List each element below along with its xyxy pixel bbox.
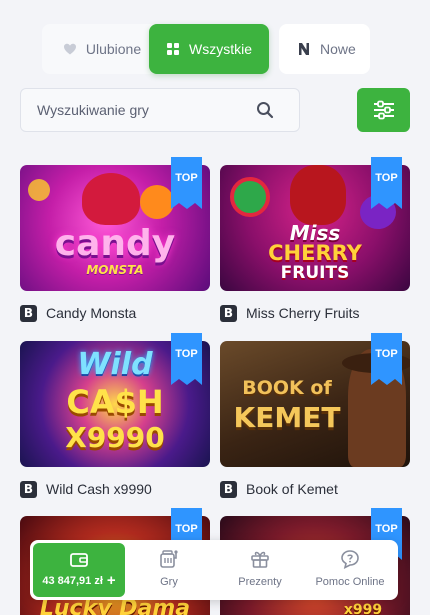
top-badge-label: TOP xyxy=(175,172,198,184)
tab-favorites-label: Ulubione xyxy=(85,41,142,57)
tab-all-label: Wszystkie xyxy=(189,41,252,57)
nav-help-label: Pomoc Online xyxy=(315,576,385,588)
game-card[interactable]: Miss CHERRY FRUITS TOP B Miss Cherry Fru… xyxy=(220,157,410,323)
wallet-button[interactable]: 43 847,91 zł + xyxy=(33,543,125,597)
top-badge-label: TOP xyxy=(375,523,398,535)
provider-logo: B xyxy=(20,480,37,498)
bottom-navigation: 43 847,91 zł + Gry Prezenty Pomoc Online xyxy=(30,540,398,600)
gift-icon xyxy=(251,551,269,568)
provider-logo: B xyxy=(220,480,237,498)
game-art-subtitle: FRUITS xyxy=(280,263,350,283)
provider-logo: B xyxy=(20,304,37,322)
game-art-subtitle: CA$H xyxy=(66,383,164,421)
plus-icon: + xyxy=(106,572,116,589)
new-n-icon xyxy=(299,43,309,55)
top-badge-label: TOP xyxy=(375,172,398,184)
tab-all[interactable]: Wszystkie xyxy=(149,24,269,74)
tab-new-label: Nowe xyxy=(320,41,356,57)
nav-help[interactable]: Pomoc Online xyxy=(305,549,395,593)
nav-games-label: Gry xyxy=(160,576,178,588)
heart-icon xyxy=(63,43,76,55)
game-title[interactable]: Miss Cherry Fruits xyxy=(246,305,360,321)
nav-games[interactable]: Gry xyxy=(124,549,214,593)
game-card[interactable]: candy MONSTA TOP B Candy Monsta xyxy=(20,157,210,323)
game-title[interactable]: Wild Cash x9990 xyxy=(46,481,152,497)
game-art-subtitle: CHERRY xyxy=(268,241,362,265)
category-tabs: Ulubione Wszystkie Nowe xyxy=(20,24,410,74)
filter-button[interactable] xyxy=(357,88,410,132)
top-badge-label: TOP xyxy=(175,523,198,535)
game-art-title: candy xyxy=(54,223,176,264)
provider-logo: B xyxy=(220,304,237,322)
game-card[interactable]: Wild CA$H X9990 TOP B Wild Cash x9990 xyxy=(20,333,210,499)
game-title[interactable]: Candy Monsta xyxy=(46,305,136,321)
game-art-title: x999 xyxy=(343,602,383,615)
slot-machine-icon xyxy=(160,550,178,568)
help-chat-icon xyxy=(341,550,359,569)
search-icon[interactable] xyxy=(256,101,274,119)
grid-icon xyxy=(167,43,179,55)
game-art-subtitle: KEMET xyxy=(233,401,341,434)
top-badge-label: TOP xyxy=(175,348,198,360)
nav-gifts-label: Prezenty xyxy=(238,576,282,588)
game-art-subtitle: MONSTA xyxy=(86,263,144,277)
tab-favorites[interactable]: Ulubione xyxy=(42,24,162,74)
game-card[interactable]: BOOK of KEMET TOP B Book of Kemet xyxy=(220,333,410,499)
tab-new[interactable]: Nowe xyxy=(279,24,370,74)
game-art-title: BOOK of xyxy=(242,377,332,399)
sliders-icon xyxy=(373,100,394,120)
nav-gifts[interactable]: Prezenty xyxy=(215,549,305,593)
top-badge-label: TOP xyxy=(375,348,398,360)
game-title[interactable]: Book of Kemet xyxy=(246,481,338,497)
wallet-icon xyxy=(70,553,88,567)
game-art-subtitle: X9990 xyxy=(65,421,165,454)
wallet-balance: 43 847,91 zł xyxy=(42,575,103,587)
